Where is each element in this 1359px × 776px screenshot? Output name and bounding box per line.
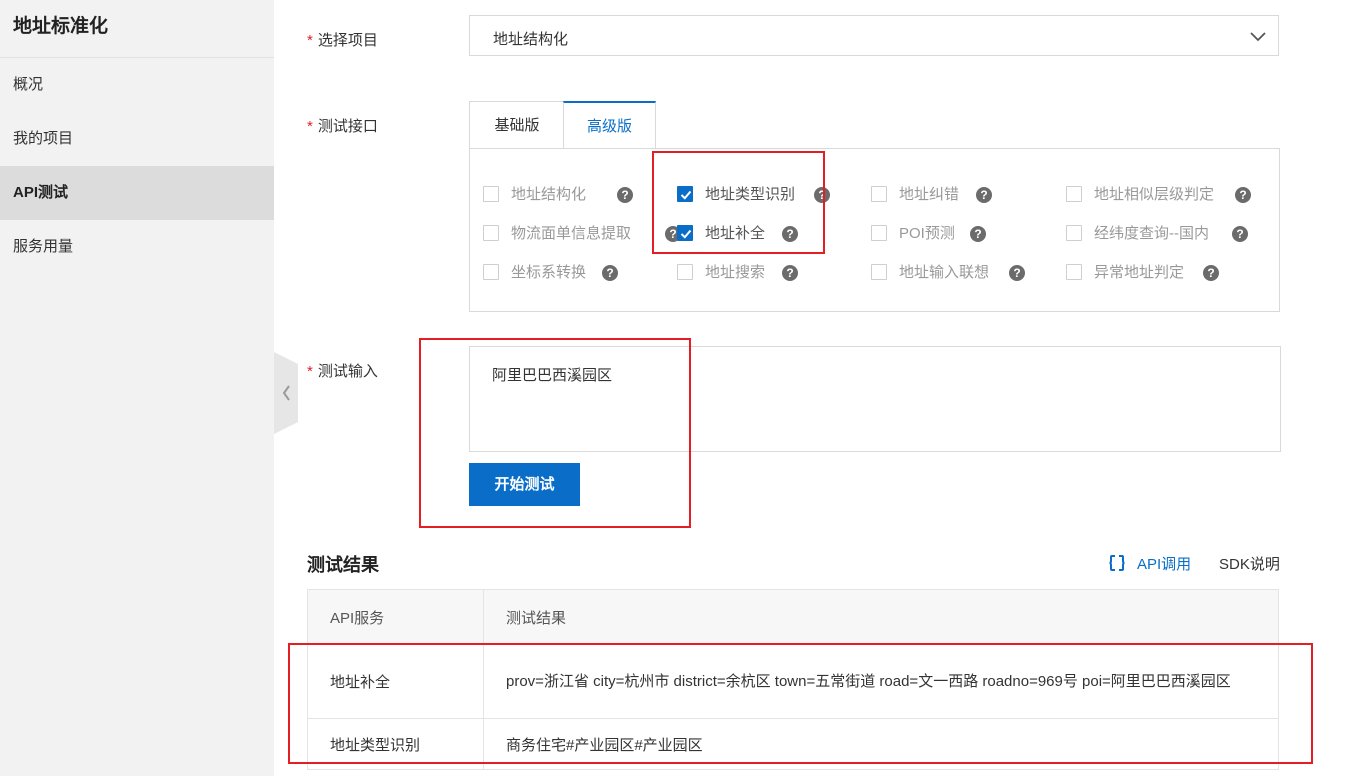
option-label: 地址纠错 [899, 186, 960, 203]
results-title: 测试结果 [307, 555, 379, 575]
checkbox-checked[interactable] [677, 225, 693, 241]
option-label: 地址相似层级判定 [1094, 186, 1215, 203]
option-label: 经纬度查询--国内 [1094, 225, 1209, 242]
option-address-suggest[interactable]: 地址输入联想 ? [871, 263, 1051, 283]
sidebar-item-my-projects[interactable]: 我的项目 [0, 112, 274, 166]
input-label-text: 测试输入 [317, 363, 378, 380]
checkbox[interactable] [677, 264, 693, 280]
checkbox-checked[interactable] [677, 186, 693, 202]
option-logistics-extraction[interactable]: 物流面单信息提取 ? [483, 224, 681, 244]
tab-advanced[interactable]: 高级版 [563, 101, 656, 149]
input-label: * 测试输入 [307, 360, 378, 381]
option-coordinate-conversion[interactable]: 坐标系转换 ? [483, 263, 663, 283]
option-address-similarity[interactable]: 地址相似层级判定 ? [1066, 185, 1266, 205]
option-label: 地址补全 [705, 225, 766, 242]
checkbox[interactable] [1066, 264, 1082, 280]
help-icon[interactable]: ? [617, 187, 633, 203]
help-icon[interactable]: ? [782, 265, 798, 281]
checkbox[interactable] [483, 186, 499, 202]
sdk-doc-link[interactable]: SDK说明 [1219, 553, 1280, 574]
required-mark: * [307, 32, 313, 49]
help-icon[interactable]: ? [814, 187, 830, 203]
project-label-text: 选择项目 [317, 32, 378, 49]
tab-basic[interactable]: 基础版 [469, 101, 564, 149]
sidebar-item-usage[interactable]: 服务用量 [0, 220, 274, 274]
sidebar-collapse-handle[interactable] [274, 352, 298, 434]
checkbox[interactable] [871, 186, 887, 202]
checkbox[interactable] [483, 264, 499, 280]
code-braces-icon [1109, 555, 1125, 571]
project-select[interactable]: 地址结构化 [469, 15, 1279, 56]
help-icon[interactable]: ? [602, 265, 618, 281]
test-input-textarea[interactable]: 阿里巴巴西溪园区 [469, 346, 1281, 452]
check-icon [680, 229, 692, 239]
option-label: 异常地址判定 [1094, 264, 1185, 281]
check-icon [680, 190, 692, 200]
cell-result: prov=浙江省 city=杭州市 district=余杭区 town=五常街道… [483, 644, 1279, 719]
chevron-down-icon [1250, 32, 1266, 42]
option-geocoding[interactable]: 经纬度查询--国内 ? [1066, 224, 1266, 244]
required-mark: * [307, 363, 313, 380]
checkbox[interactable] [871, 225, 887, 241]
column-header-result: 测试结果 [483, 589, 1279, 645]
sidebar: 地址标准化 概况 我的项目 API测试 服务用量 [0, 0, 274, 776]
required-mark: * [307, 118, 313, 135]
help-icon[interactable]: ? [970, 226, 986, 242]
checkbox[interactable] [871, 264, 887, 280]
sidebar-item-overview[interactable]: 概况 [0, 58, 274, 112]
results-table: API服务 测试结果 地址补全 prov=浙江省 city=杭州市 distri… [307, 589, 1279, 770]
help-icon[interactable]: ? [1235, 187, 1251, 203]
api-call-link-label: API调用 [1137, 556, 1192, 573]
option-address-structuring[interactable]: 地址结构化 ? [483, 185, 663, 205]
help-icon[interactable]: ? [976, 187, 992, 203]
table-header-row: API服务 测试结果 [307, 589, 1279, 645]
checkbox[interactable] [483, 225, 499, 241]
api-options-panel: 地址结构化 ? 地址类型识别 ? 地址纠错 ? 地址相似层级判定 ? 物流面单信… [469, 148, 1280, 312]
cell-result: 商务住宅#产业园区#产业园区 [483, 718, 1279, 770]
option-label: 坐标系转换 [511, 264, 587, 281]
interface-label: * 测试接口 [307, 115, 378, 136]
option-label: 地址搜索 [705, 264, 766, 281]
project-label: * 选择项目 [307, 29, 378, 50]
table-row: 地址补全 prov=浙江省 city=杭州市 district=余杭区 town… [307, 644, 1279, 719]
chevron-left-icon [274, 352, 298, 434]
option-label: 物流面单信息提取 [511, 225, 632, 242]
option-address-search[interactable]: 地址搜索 ? [677, 263, 857, 283]
checkbox[interactable] [1066, 186, 1082, 202]
option-abnormal-address[interactable]: 异常地址判定 ? [1066, 263, 1266, 283]
sidebar-title: 地址标准化 [0, 0, 274, 58]
option-label: 地址结构化 [511, 186, 587, 203]
option-label: 地址输入联想 [899, 264, 990, 281]
help-icon[interactable]: ? [782, 226, 798, 242]
sidebar-item-api-test[interactable]: API测试 [0, 166, 274, 220]
option-poi-prediction[interactable]: POI预测 ? [871, 224, 1051, 244]
option-label: 地址类型识别 [705, 186, 796, 203]
project-select-value: 地址结构化 [493, 31, 569, 48]
cell-service: 地址类型识别 [307, 718, 484, 770]
option-address-type-recognition[interactable]: 地址类型识别 ? [677, 185, 857, 205]
column-header-service: API服务 [307, 589, 484, 645]
table-row: 地址类型识别 商务住宅#产业园区#产业园区 [307, 718, 1279, 770]
checkbox[interactable] [1066, 225, 1082, 241]
cell-service: 地址补全 [307, 644, 484, 719]
interface-label-text: 测试接口 [317, 118, 378, 135]
option-label: POI预测 [899, 225, 955, 242]
help-icon[interactable]: ? [1203, 265, 1219, 281]
start-test-button[interactable]: 开始测试 [469, 463, 580, 506]
option-address-correction[interactable]: 地址纠错 ? [871, 185, 1051, 205]
option-address-completion[interactable]: 地址补全 ? [677, 224, 857, 244]
help-icon[interactable]: ? [1232, 226, 1248, 242]
help-icon[interactable]: ? [1009, 265, 1025, 281]
